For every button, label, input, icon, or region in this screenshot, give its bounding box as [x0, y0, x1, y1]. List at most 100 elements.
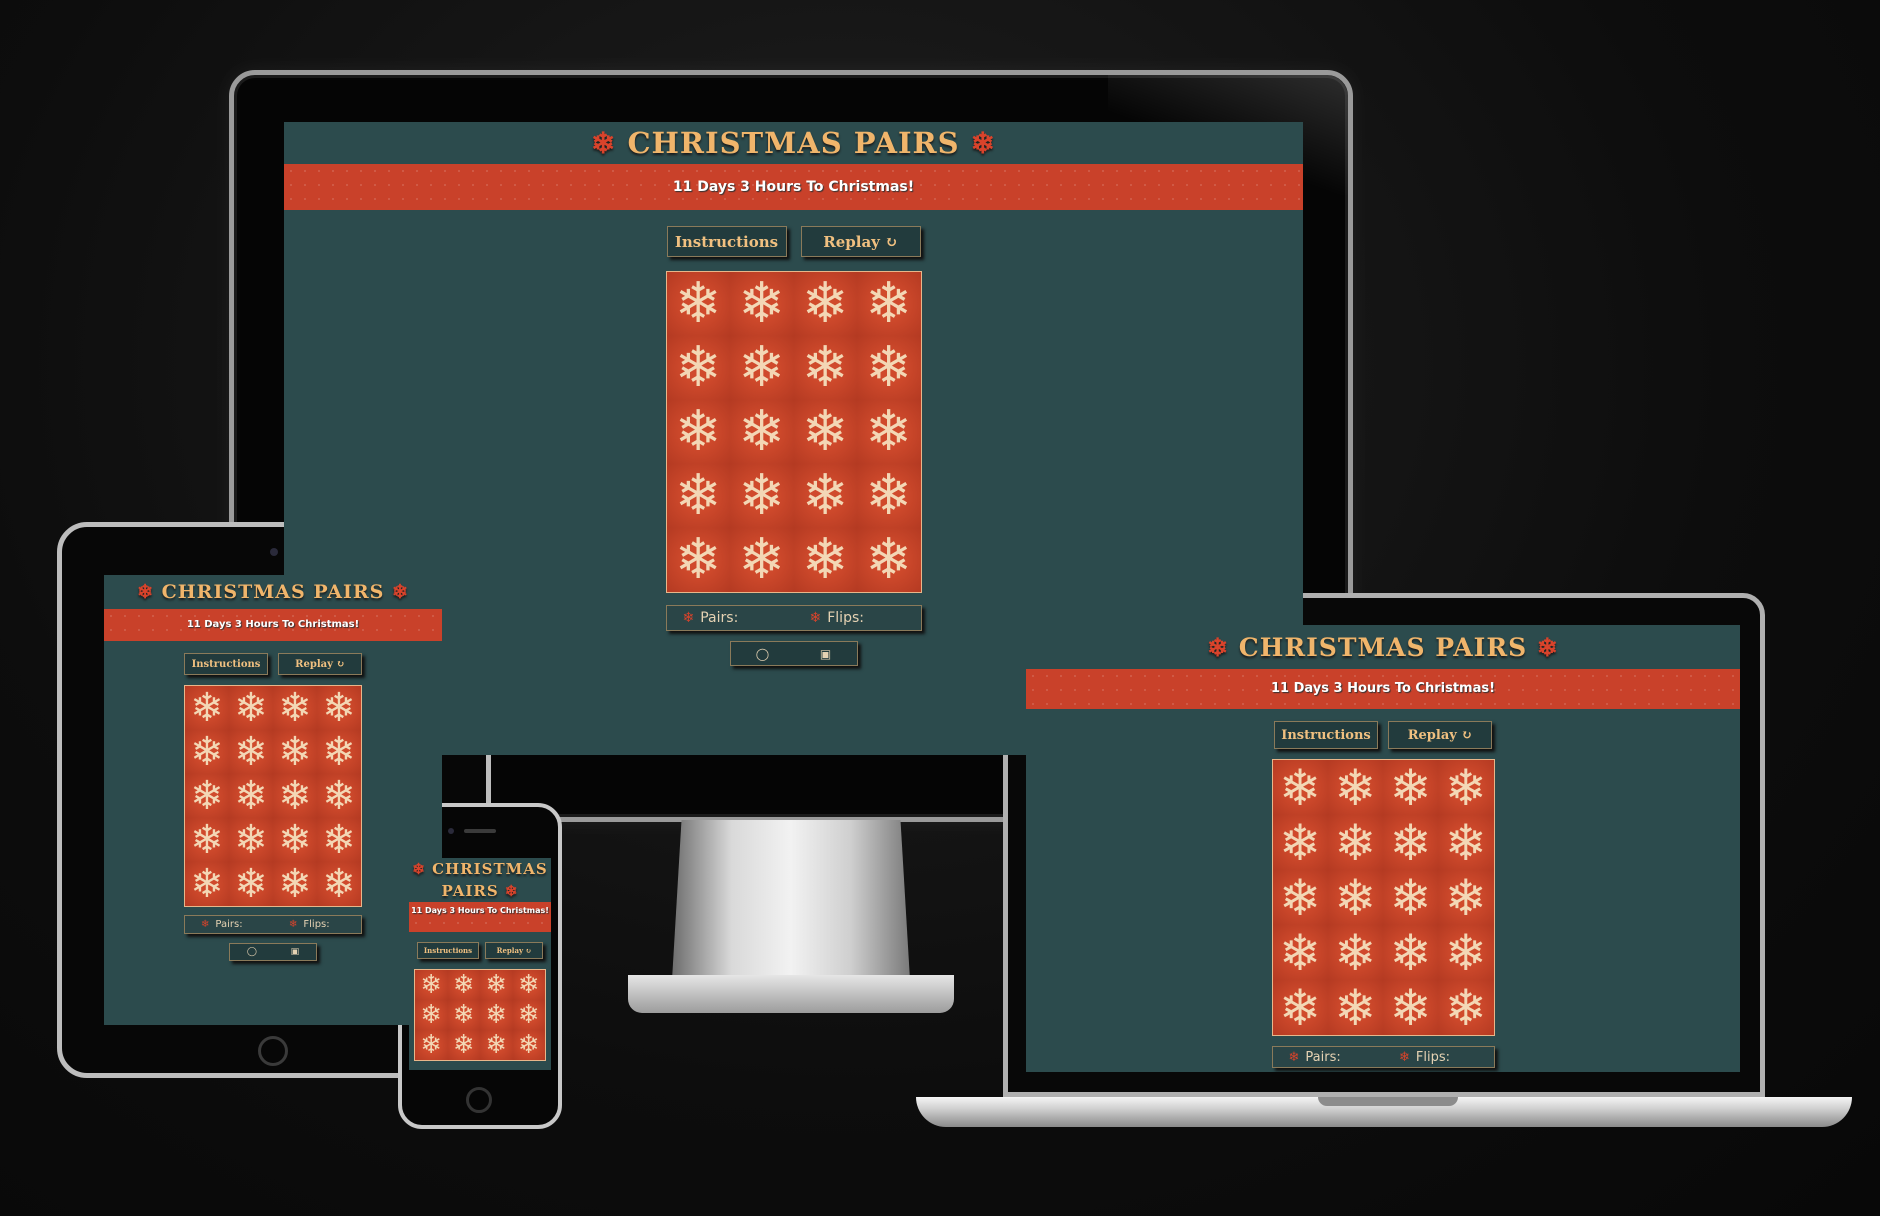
memory-card[interactable]: ❄: [1438, 760, 1494, 815]
memory-card[interactable]: ❄: [1438, 815, 1494, 870]
memory-card[interactable]: ❄: [185, 818, 229, 862]
snowflake-icon: ❄: [865, 463, 913, 528]
memory-card[interactable]: ❄: [730, 336, 794, 400]
memory-card[interactable]: ❄: [447, 970, 480, 1000]
memory-card[interactable]: ❄: [1383, 870, 1439, 925]
memory-card[interactable]: ❄: [1272, 760, 1328, 815]
memory-card[interactable]: ❄: [857, 336, 921, 400]
memory-card[interactable]: ❄: [857, 464, 921, 528]
memory-card[interactable]: ❄: [415, 1030, 448, 1060]
memory-card[interactable]: ❄: [793, 464, 857, 528]
memory-card[interactable]: ❄: [1438, 980, 1494, 1035]
replay-button[interactable]: Replay ↻: [278, 653, 362, 675]
memory-card[interactable]: ❄: [1327, 760, 1383, 815]
memory-card[interactable]: ❄: [229, 818, 273, 862]
memory-card[interactable]: ❄: [857, 528, 921, 592]
snowflake-icon: ❄: [452, 1000, 475, 1030]
phone-speaker: [464, 829, 496, 833]
memory-card[interactable]: ❄: [317, 818, 361, 862]
memory-card[interactable]: ❄: [273, 818, 317, 862]
replay-button[interactable]: Replay ↻: [1388, 721, 1492, 749]
memory-card[interactable]: ❄: [666, 336, 730, 400]
github-icon[interactable]: ◯: [247, 947, 257, 957]
memory-card[interactable]: ❄: [185, 686, 229, 730]
snowflake-icon: ❄: [738, 463, 786, 528]
memory-card[interactable]: ❄: [447, 1000, 480, 1030]
memory-card[interactable]: ❄: [1327, 925, 1383, 980]
memory-card[interactable]: ❄: [512, 970, 545, 1000]
memory-card[interactable]: ❄: [1272, 980, 1328, 1035]
memory-card[interactable]: ❄: [1327, 815, 1383, 870]
memory-card[interactable]: ❄: [1272, 925, 1328, 980]
replay-button[interactable]: Replay ↻: [800, 226, 921, 257]
memory-card[interactable]: ❄: [480, 1030, 513, 1060]
memory-card[interactable]: ❄: [730, 528, 794, 592]
memory-card[interactable]: ❄: [229, 774, 273, 818]
memory-card[interactable]: ❄: [273, 774, 317, 818]
memory-card[interactable]: ❄: [512, 1030, 545, 1060]
countdown-banner: 11 Days 3 Hours To Christmas!: [1026, 669, 1740, 709]
memory-card[interactable]: ❄: [185, 862, 229, 906]
memory-card[interactable]: ❄: [1272, 870, 1328, 925]
stats-bar: ❄ Pairs: ❄ Flips:: [1271, 1046, 1495, 1068]
memory-card[interactable]: ❄: [793, 400, 857, 464]
snowflake-icon: ❄: [190, 861, 224, 907]
title-line-2: PAIRS ❄: [442, 880, 519, 902]
memory-card[interactable]: ❄: [730, 272, 794, 336]
instructions-button[interactable]: Instructions: [184, 653, 268, 675]
memory-card[interactable]: ❄: [317, 730, 361, 774]
memory-card[interactable]: ❄: [666, 271, 730, 336]
replay-label: Replay: [1407, 727, 1457, 743]
memory-card[interactable]: ❄: [480, 1000, 513, 1030]
linkedin-icon[interactable]: ▣: [820, 647, 831, 661]
phone-camera: [448, 828, 454, 834]
memory-card[interactable]: ❄: [730, 400, 794, 464]
memory-card[interactable]: ❄: [512, 1000, 545, 1030]
memory-card[interactable]: ❄: [185, 730, 229, 774]
instructions-button[interactable]: Instructions: [666, 226, 787, 257]
memory-card[interactable]: ❄: [273, 730, 317, 774]
refresh-icon: ↻: [885, 232, 898, 251]
memory-card[interactable]: ❄: [273, 686, 317, 730]
memory-card[interactable]: ❄: [857, 400, 921, 464]
snowflake-icon: ❄: [674, 271, 722, 336]
replay-button[interactable]: Replay ↻: [485, 942, 543, 959]
memory-card[interactable]: ❄: [229, 730, 273, 774]
memory-card[interactable]: ❄: [1383, 925, 1439, 980]
memory-card[interactable]: ❄: [1383, 815, 1439, 870]
snowflake-icon: ❄: [1444, 923, 1487, 982]
memory-card[interactable]: ❄: [273, 862, 317, 906]
memory-card[interactable]: ❄: [317, 774, 361, 818]
memory-card[interactable]: ❄: [793, 271, 857, 336]
github-icon[interactable]: ◯: [756, 647, 769, 661]
memory-card[interactable]: ❄: [1383, 760, 1439, 815]
memory-card[interactable]: ❄: [1438, 923, 1494, 982]
memory-card[interactable]: ❄: [666, 400, 730, 464]
memory-card[interactable]: ❄: [1438, 870, 1494, 925]
memory-card[interactable]: ❄: [857, 272, 921, 336]
memory-card[interactable]: ❄: [185, 774, 229, 818]
snowflake-icon: ❄: [801, 271, 849, 336]
countdown-banner: 11 Days 3 Hours To Christmas!: [409, 902, 551, 932]
memory-card[interactable]: ❄: [1327, 870, 1383, 925]
snowflake-icon: ❄: [517, 970, 540, 1000]
memory-card[interactable]: ❄: [229, 862, 273, 906]
memory-card[interactable]: ❄: [1327, 980, 1383, 1035]
memory-card[interactable]: ❄: [447, 1030, 480, 1060]
memory-card[interactable]: ❄: [317, 686, 361, 730]
memory-card[interactable]: ❄: [793, 528, 857, 592]
linkedin-icon[interactable]: ▣: [291, 947, 300, 957]
memory-card[interactable]: ❄: [480, 970, 513, 1000]
memory-card[interactable]: ❄: [666, 464, 730, 528]
instructions-button[interactable]: Instructions: [417, 942, 479, 959]
memory-card[interactable]: ❄: [317, 862, 361, 906]
memory-card[interactable]: ❄: [229, 686, 273, 730]
memory-card[interactable]: ❄: [415, 970, 448, 1000]
memory-card[interactable]: ❄: [415, 1000, 448, 1030]
memory-card[interactable]: ❄: [1383, 980, 1439, 1035]
memory-card[interactable]: ❄: [730, 464, 794, 528]
memory-card[interactable]: ❄: [666, 528, 730, 592]
memory-card[interactable]: ❄: [793, 336, 857, 400]
memory-card[interactable]: ❄: [1272, 815, 1328, 870]
instructions-button[interactable]: Instructions: [1274, 721, 1378, 749]
